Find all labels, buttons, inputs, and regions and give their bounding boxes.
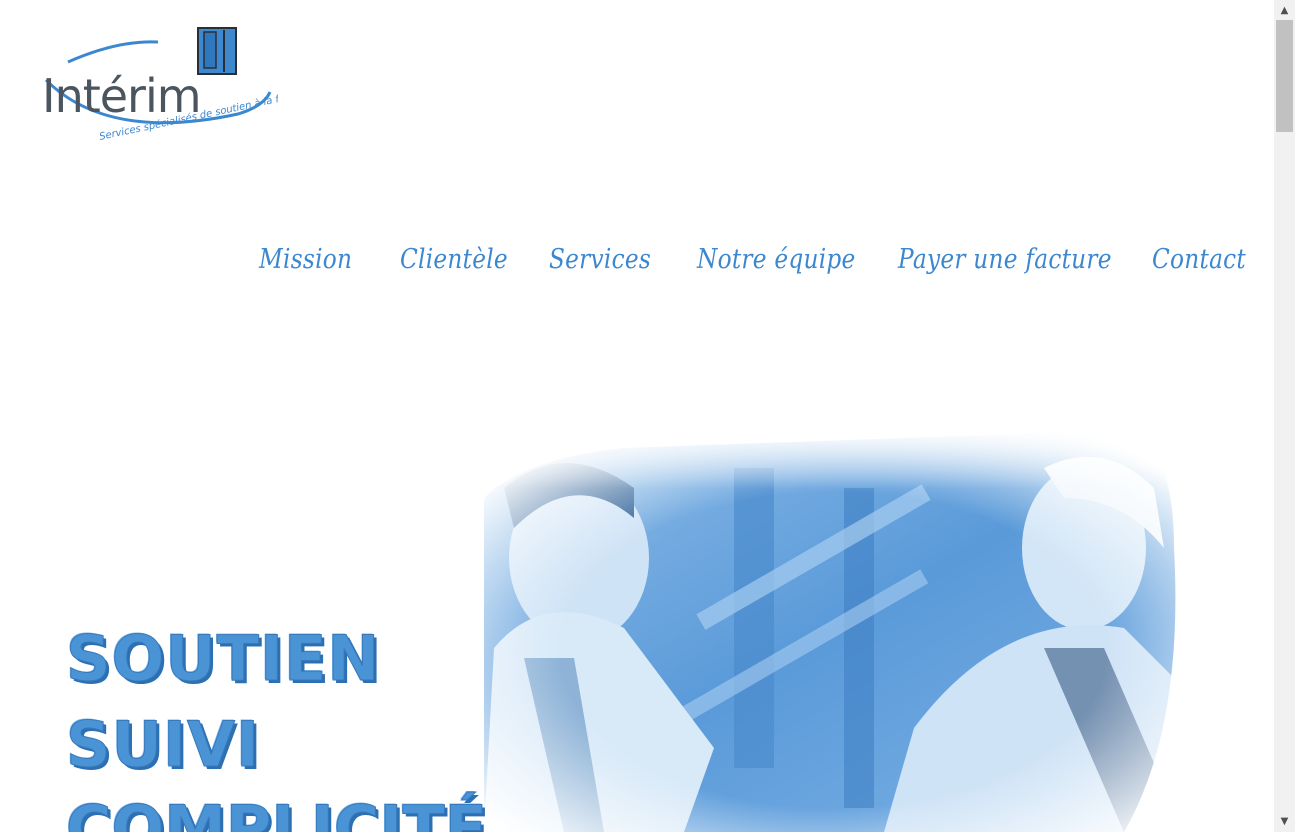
hero-line-complicite: COMPLICITÉ: [65, 792, 488, 832]
logo-graphic: Intérim Services spécialisés de soutien …: [42, 27, 278, 143]
hero-line-soutien: SOUTIEN: [65, 622, 381, 695]
site-logo[interactable]: Intérim Services spécialisés de soutien …: [38, 22, 278, 154]
arrow-up-icon[interactable]: ▲: [1274, 2, 1295, 19]
scrollbar-thumb[interactable]: [1276, 20, 1293, 132]
arrow-down-icon[interactable]: ▼: [1274, 813, 1295, 830]
nav-item-contact[interactable]: Contact: [1152, 244, 1246, 275]
page: Intérim Services spécialisés de soutien …: [0, 0, 1274, 832]
nav-item-notre-equipe[interactable]: Notre équipe: [697, 244, 856, 275]
hero-line-suivi: SUIVI: [65, 708, 261, 781]
nav-item-mission[interactable]: Mission: [259, 244, 352, 275]
main-nav: Mission Clientèle Services Notre équipe …: [0, 244, 1274, 288]
nav-item-payer-facture[interactable]: Payer une facture: [898, 244, 1112, 275]
nav-item-services[interactable]: Services: [549, 244, 651, 275]
hero-photo: [484, 428, 1184, 832]
nav-item-clientele[interactable]: Clientèle: [400, 244, 508, 275]
vertical-scrollbar[interactable]: ▲ ▼: [1274, 0, 1295, 832]
